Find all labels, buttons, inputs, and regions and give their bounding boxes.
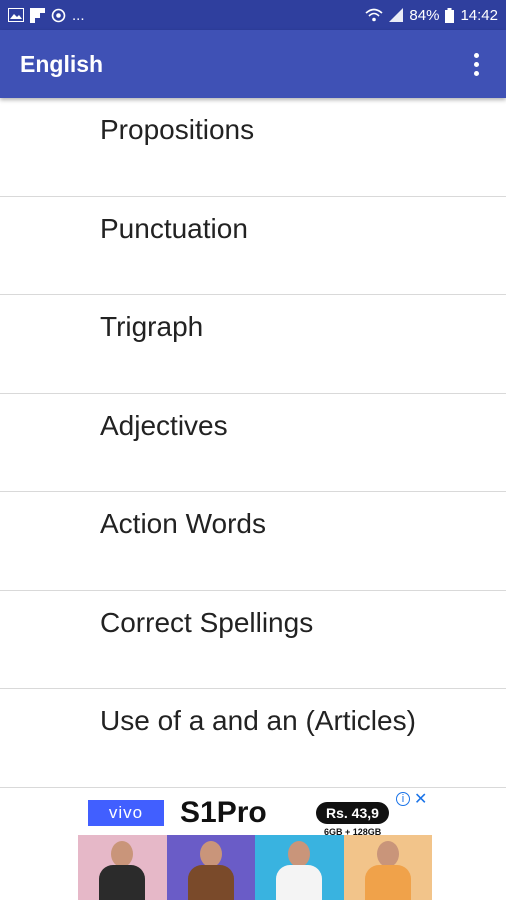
ad-brand-logo: vivo	[88, 800, 164, 826]
overflow-dot	[473, 61, 479, 67]
clock: 14:42	[460, 6, 498, 24]
list-item-propositions[interactable]: Propositions	[0, 98, 506, 197]
ad-images	[78, 835, 432, 900]
list-item-label: Action Words	[100, 508, 266, 539]
ad-model-image	[255, 835, 344, 900]
ad-price: Rs. 43,9	[316, 802, 389, 824]
list-item-label: Use of a and an (Articles)	[100, 705, 416, 736]
list-item-articles[interactable]: Use of a and an (Articles)	[0, 689, 506, 788]
ad-close-icon[interactable]: ✕	[414, 789, 427, 809]
ad-header: vivo S1Pro Rs. 43,9 6GB + 128GB i ✕	[88, 791, 433, 837]
overflow-menu-icon[interactable]	[464, 44, 488, 84]
status-bar: ... 84% 14:42	[0, 0, 506, 30]
list-item-trigraph[interactable]: Trigraph	[0, 295, 506, 394]
ad-model-image	[343, 835, 432, 900]
image-icon	[8, 8, 24, 22]
list-item-label: Trigraph	[100, 311, 204, 342]
battery-percent: 84%	[409, 6, 440, 24]
status-bar-left: ...	[8, 7, 85, 24]
list-item-adjectives[interactable]: Adjectives	[0, 394, 506, 492]
overflow-dot	[473, 70, 479, 76]
topic-list: Propositions Punctuation Trigraph Adject…	[0, 98, 506, 788]
app-bar: English	[0, 30, 506, 98]
flipboard-icon	[30, 7, 45, 23]
list-item-label: Correct Spellings	[100, 606, 314, 638]
list-item-punctuation[interactable]: Punctuation	[0, 197, 506, 295]
list-item-label: Punctuation	[100, 212, 248, 244]
list-item-action-words[interactable]: Action Words	[0, 492, 506, 591]
status-bar-right: 84% 14:42	[365, 7, 498, 24]
wifi-icon	[365, 8, 383, 22]
list-item-label: Adjectives	[100, 409, 228, 441]
data-saver-icon	[51, 8, 66, 23]
list-item-label: Propositions	[100, 114, 255, 145]
status-ellipsis: ...	[72, 6, 85, 24]
battery-icon	[445, 7, 455, 23]
ad-model-image	[78, 835, 167, 900]
overflow-dot	[473, 52, 479, 58]
page-title: English	[20, 50, 104, 77]
list-item-correct-spellings[interactable]: Correct Spellings	[0, 591, 506, 689]
ad-banner[interactable]: vivo S1Pro Rs. 43,9 6GB + 128GB i ✕	[0, 788, 506, 900]
signal-icon	[389, 8, 404, 22]
ad-info-icon[interactable]: i	[396, 792, 410, 806]
ad-model-image	[166, 835, 255, 900]
ad-product-name: S1Pro	[180, 796, 267, 829]
